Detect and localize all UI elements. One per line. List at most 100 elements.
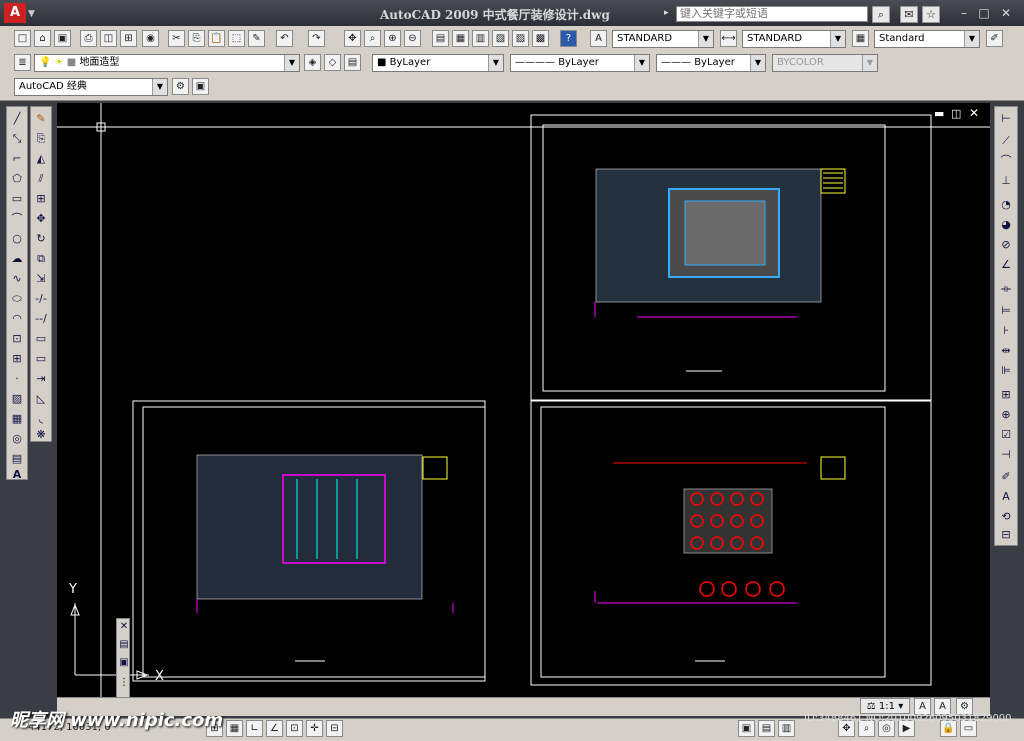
layer-manager-icon[interactable]: ≣ [14, 54, 31, 71]
center-mark-icon[interactable]: ⊕ [998, 407, 1014, 423]
quickcalc-icon[interactable]: ▩ [532, 30, 549, 47]
inspection-icon[interactable]: ☑ [998, 427, 1014, 443]
layer-states-icon[interactable]: ▤ [344, 54, 361, 71]
text-style-icon[interactable]: A [590, 30, 607, 47]
make-current-layer-icon[interactable]: ◇ [324, 54, 341, 71]
quick-dimension-icon[interactable]: ⟛ [998, 281, 1014, 297]
match-properties-icon[interactable]: ⬚ [228, 30, 245, 47]
sheet-set-icon[interactable]: ▧ [492, 30, 509, 47]
jogged-icon[interactable]: ◕ [998, 217, 1014, 233]
model-space-icon[interactable]: ▣ [738, 720, 755, 737]
scale-icon[interactable]: ⧉ [33, 251, 49, 267]
make-block-icon[interactable]: ⊞ [9, 351, 25, 367]
layout-icon[interactable]: ▣ [116, 655, 132, 671]
dim-style-select[interactable]: STANDARD ▼ [742, 30, 846, 48]
table-style-select[interactable]: Standard ▼ [874, 30, 980, 48]
text-style-select[interactable]: STANDARD ▼ [612, 30, 714, 48]
construction-line-icon[interactable]: ⤡ [9, 131, 25, 147]
line-icon[interactable]: ╱ [9, 111, 25, 127]
radius-icon[interactable]: ◔ [998, 197, 1014, 213]
more-icon[interactable]: ⋮ [116, 675, 132, 691]
publish-icon[interactable]: ⊞ [120, 30, 137, 47]
point-icon[interactable]: · [9, 371, 25, 387]
workspace-save-icon[interactable]: ▣ [192, 78, 209, 95]
grid-display-icon[interactable]: ▦ [226, 720, 243, 737]
insert-block-icon[interactable]: ⊡ [9, 331, 25, 347]
circle-icon[interactable]: ○ [9, 231, 25, 247]
region-icon[interactable]: ◎ [9, 431, 25, 447]
extend-icon[interactable]: --/ [33, 311, 49, 327]
hatch-icon[interactable]: ▨ [9, 391, 25, 407]
fillet-icon[interactable]: ◟ [33, 411, 49, 427]
redo-icon[interactable]: ↷ [308, 30, 325, 47]
baseline-icon[interactable]: ⊨ [998, 303, 1014, 319]
ellipse-arc-icon[interactable]: ◠ [9, 311, 25, 327]
ortho-mode-icon[interactable]: ∟ [246, 720, 263, 737]
drawing-canvas[interactable]: Y X [57, 103, 990, 697]
explode-icon[interactable]: ❋ [33, 427, 49, 443]
dwf-icon[interactable]: ◉ [142, 30, 159, 47]
dim-style-icon[interactable]: ⟷ [720, 30, 737, 47]
color-select[interactable]: ■ ByLayer ▼ [372, 54, 504, 72]
jogged-linear-icon[interactable]: ⊣ [998, 447, 1014, 463]
cut-icon[interactable]: ✂ [168, 30, 185, 47]
linetype-select[interactable]: ———— ByLayer ▼ [510, 54, 650, 72]
drawing-close-icon[interactable]: ✕ [969, 106, 979, 120]
dynamic-ucs-icon[interactable]: ⊟ [326, 720, 343, 737]
mirror-icon[interactable]: ◭ [33, 151, 49, 167]
zoom-previous-icon[interactable]: ⊖ [404, 30, 421, 47]
annotation-scale-select[interactable]: ⚖ 1:1 ▾ [860, 698, 910, 714]
close-icon[interactable]: ✕ [997, 4, 1015, 22]
object-snap-tracking-icon[interactable]: ✛ [306, 720, 323, 737]
ellipse-icon[interactable]: ⬭ [9, 291, 25, 307]
continue-icon[interactable]: ⊦ [998, 323, 1014, 339]
autocad-logo-icon[interactable]: A [4, 3, 26, 23]
quick-view-icon[interactable]: ▥ [778, 720, 795, 737]
polygon-icon[interactable]: ⬠ [9, 171, 25, 187]
open-icon[interactable]: ⌂ [34, 30, 51, 47]
object-snap-icon[interactable]: ⊡ [286, 720, 303, 737]
linear-dimension-icon[interactable]: ⊢ [998, 111, 1014, 127]
lineweight-select[interactable]: ——— ByLayer ▼ [656, 54, 766, 72]
dimension-style-icon[interactable]: ⊟ [998, 527, 1014, 543]
revision-cloud-icon[interactable]: ☁ [9, 251, 25, 267]
polyline-icon[interactable]: ⌐ [9, 151, 25, 167]
communication-center-icon[interactable]: ✉ [900, 6, 918, 23]
layer-select[interactable]: 💡 ☀ ■ 地面造型 ▼ [34, 54, 300, 72]
table-icon[interactable]: ▤ [9, 451, 25, 467]
gradient-icon[interactable]: ▦ [9, 411, 25, 427]
dimension-break-icon[interactable]: ⊫ [998, 363, 1014, 379]
minimize-icon[interactable]: – [955, 4, 973, 22]
copy-object-icon[interactable]: ⎘ [33, 131, 49, 147]
dimension-update-icon[interactable]: ⟲ [998, 509, 1014, 525]
offset-icon[interactable]: ⫽ [33, 171, 49, 187]
zoom-window-icon[interactable]: ⊕ [384, 30, 401, 47]
favorites-icon[interactable]: ☆ [922, 6, 940, 23]
save-icon[interactable]: ▣ [54, 30, 71, 47]
layout-space-icon[interactable]: ▤ [758, 720, 775, 737]
markup-icon[interactable]: ▨ [512, 30, 529, 47]
viewport-icon[interactable]: ▤ [116, 637, 132, 653]
spline-icon[interactable]: ∿ [9, 271, 25, 287]
dimension-edit-icon[interactable]: ✐ [998, 469, 1014, 485]
design-center-icon[interactable]: ▦ [452, 30, 469, 47]
break-at-point-icon[interactable]: ▭ [33, 331, 49, 347]
block-editor-icon[interactable]: ✎ [248, 30, 265, 47]
pan-icon[interactable]: ✥ [344, 30, 361, 47]
ordinate-icon[interactable]: ⊥ [998, 173, 1014, 189]
workspace-settings-icon[interactable]: ⚙ [172, 78, 189, 95]
break-icon[interactable]: ▭ [33, 351, 49, 367]
multileader-style-icon[interactable]: ✐ [986, 30, 1003, 47]
layer-previous-icon[interactable]: ◈ [304, 54, 321, 71]
tool-palettes-icon[interactable]: ▥ [472, 30, 489, 47]
workspace-select[interactable]: AutoCAD 经典 ▼ [14, 78, 168, 96]
plot-icon[interactable]: ⎙ [80, 30, 97, 47]
stretch-icon[interactable]: ⇲ [33, 271, 49, 287]
dimension-space-icon[interactable]: ⇹ [998, 343, 1014, 359]
new-file-icon[interactable]: □ [14, 30, 31, 47]
erase-icon[interactable]: ✎ [33, 111, 49, 127]
help-icon[interactable]: ? [560, 30, 577, 47]
join-icon[interactable]: ⇥ [33, 371, 49, 387]
chevron-down-icon[interactable]: ▼ [28, 9, 35, 19]
tolerance-icon[interactable]: ⊞ [998, 387, 1014, 403]
